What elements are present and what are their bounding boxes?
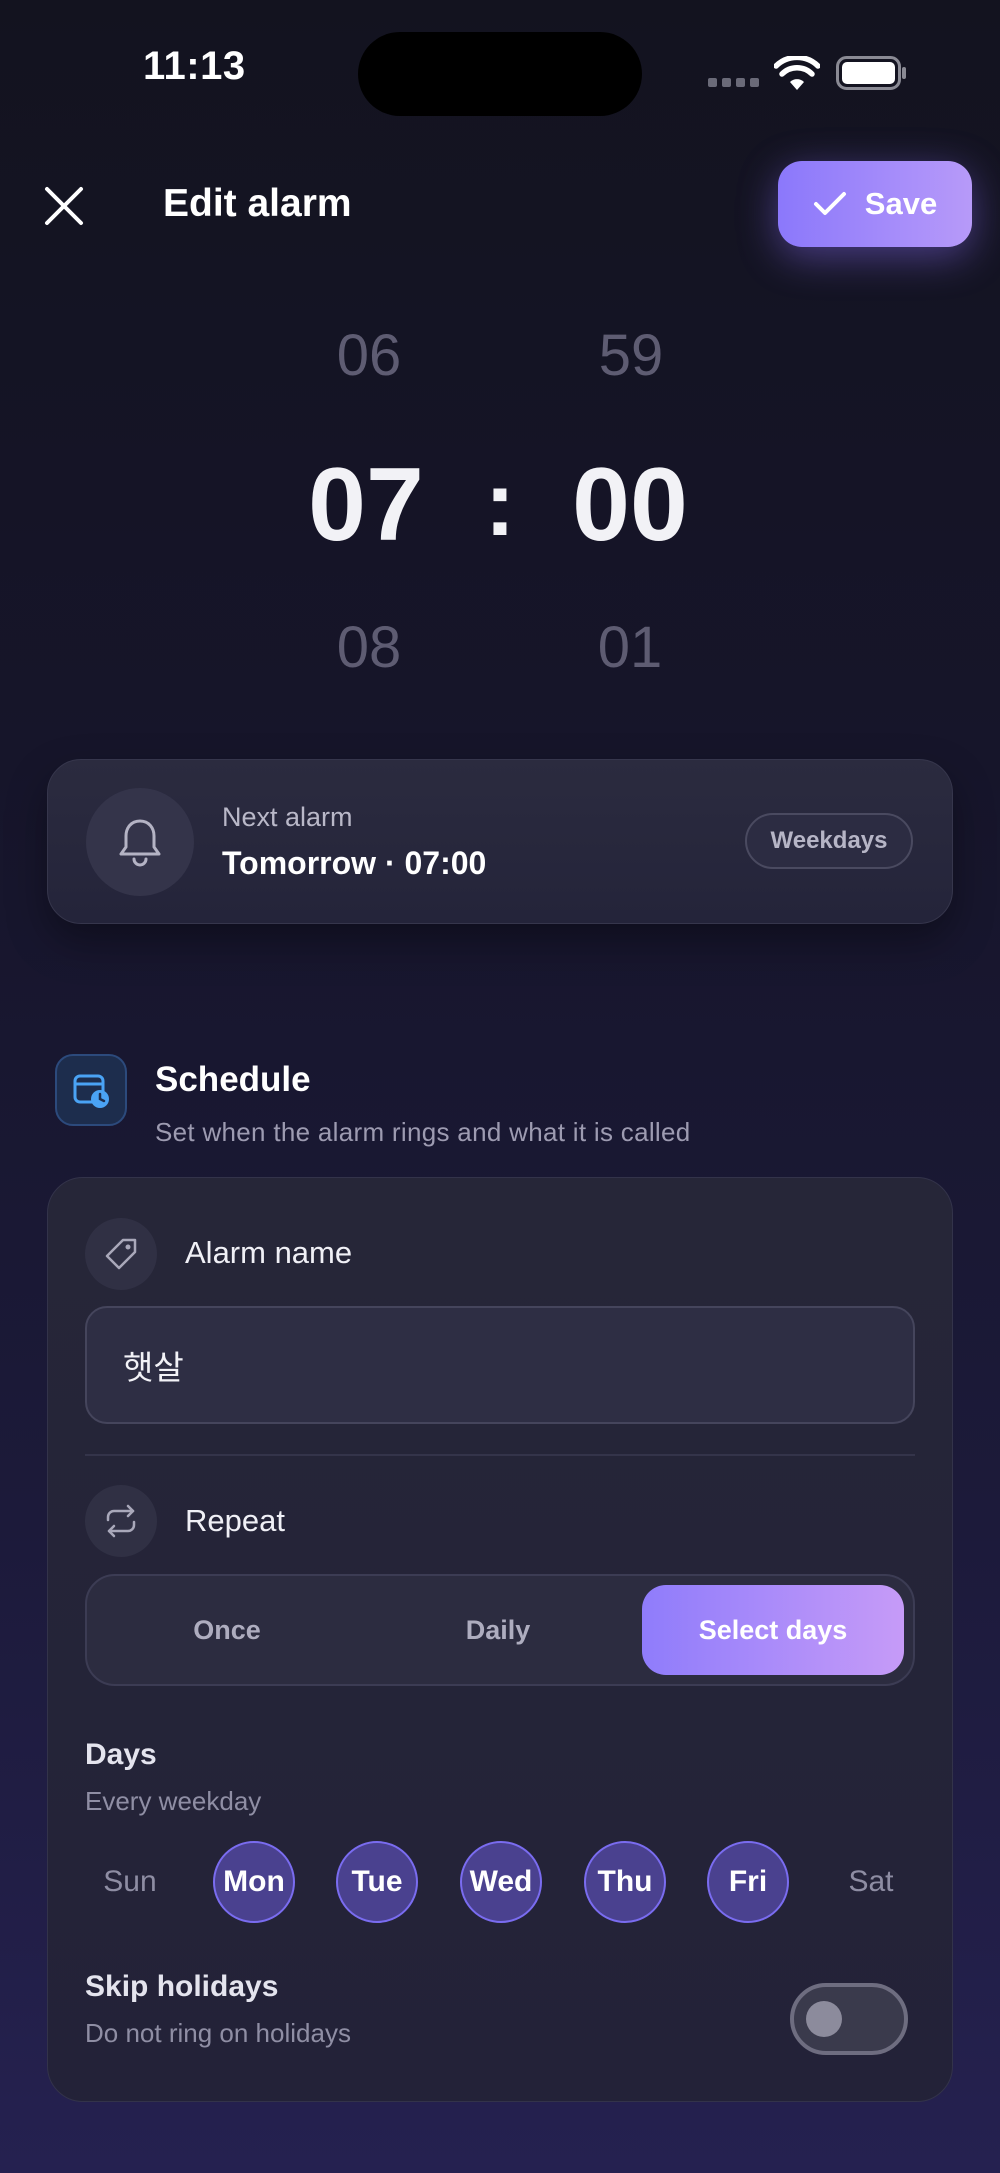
next-alarm-value: Tomorrow · 07:00 [222,845,487,881]
bell-badge [86,788,194,896]
day-mon[interactable]: Mon [213,1841,295,1923]
minute-selected[interactable]: 00 [530,446,730,565]
bell-icon [119,819,161,867]
day-tue[interactable]: Tue [336,1841,418,1923]
repeat-option-select-days[interactable]: Select days [642,1585,904,1675]
wifi-icon [774,56,820,90]
days-subtitle: Every weekday [85,1786,262,1816]
save-label: Save [864,186,938,221]
repeat-option-once[interactable]: Once [96,1585,358,1675]
close-icon [45,187,83,225]
divider [85,1454,915,1456]
schedule-section-icon [55,1054,127,1126]
schedule-title: Schedule [155,1060,311,1099]
alarm-name-input[interactable]: 햇살 [85,1306,915,1424]
repeat-icon-wrap [85,1485,157,1557]
repeat-icon [106,1504,136,1538]
save-button[interactable]: Save [778,161,972,247]
day-sun[interactable]: Sun [89,1841,171,1923]
next-alarm-card: Next alarm Tomorrow · 07:00 Weekdays [47,759,953,924]
alarm-name-label: Alarm name [185,1235,353,1270]
skip-holidays-title: Skip holidays [85,1970,279,2003]
hour-prev[interactable]: 06 [269,322,469,389]
time-separator: : [484,453,516,555]
next-alarm-label: Next alarm [222,802,353,832]
minute-prev[interactable]: 59 [531,322,731,389]
repeat-badge: Weekdays [745,813,913,869]
hour-next[interactable]: 08 [269,614,469,681]
schedule-subtitle: Set when the alarm rings and what it is … [155,1117,691,1147]
signal-icon [708,78,759,87]
days-title: Days [85,1738,157,1771]
check-icon [813,192,846,215]
tag-icon [105,1238,137,1270]
skip-holidays-subtitle: Do not ring on holidays [85,2018,351,2048]
calendar-clock-icon [73,1074,109,1108]
close-button[interactable] [38,180,90,232]
status-time: 11:13 [143,44,246,88]
hour-selected[interactable]: 07 [266,446,466,565]
repeat-label: Repeat [185,1503,285,1538]
schedule-card: Alarm name 햇살 Repeat Once Daily Select d… [47,1177,953,2102]
minute-next[interactable]: 01 [530,614,730,681]
day-sat[interactable]: Sat [830,1841,912,1923]
alarm-name-icon-wrap [85,1218,157,1290]
repeat-segmented-control: Once Daily Select days [85,1574,915,1686]
skip-holidays-toggle[interactable] [790,1983,908,2055]
dynamic-island [358,32,642,116]
page-title: Edit alarm [163,182,352,225]
toggle-knob [806,2001,842,2037]
repeat-option-daily[interactable]: Daily [367,1585,629,1675]
day-wed[interactable]: Wed [460,1841,542,1923]
day-thu[interactable]: Thu [584,1841,666,1923]
battery-icon [836,56,906,90]
day-fri[interactable]: Fri [707,1841,789,1923]
